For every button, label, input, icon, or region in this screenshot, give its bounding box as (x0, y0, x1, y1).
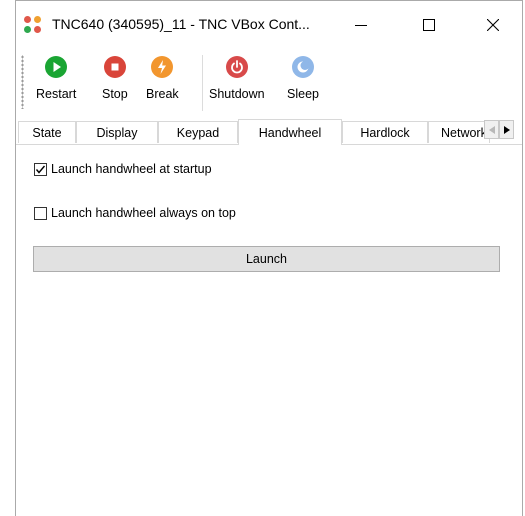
title-bar: TNC640 (340595)_11 - TNC VBox Cont... (16, 1, 522, 49)
window-title: TNC640 (340595)_11 - TNC VBox Cont... (52, 16, 310, 32)
ontop-checkbox-row[interactable]: Launch handwheel always on top (34, 206, 236, 220)
launch-button-label: Launch (245, 252, 287, 266)
power-icon (225, 56, 248, 78)
startup-checkbox-label: Launch handwheel at startup (51, 162, 212, 176)
maximize-button[interactable] (406, 1, 452, 49)
tab-strip: State Display Keypad Handwheel Hardlock … (16, 119, 522, 145)
tab-network[interactable]: Network (428, 121, 490, 143)
break-label: Break (146, 87, 179, 101)
startup-checkbox-row[interactable]: Launch handwheel at startup (34, 162, 212, 176)
ontop-checkbox-label: Launch handwheel always on top (51, 206, 236, 220)
break-lightning-icon (151, 56, 174, 78)
tab-display[interactable]: Display (76, 121, 158, 143)
close-icon (487, 19, 499, 31)
app-dots-icon (24, 16, 42, 34)
tab-label: Handwheel (258, 125, 322, 140)
tab-label: Network (441, 125, 487, 140)
ontop-checkbox[interactable] (34, 206, 47, 220)
tab-label: Hardlock (360, 125, 410, 140)
restart-button[interactable]: Restart (36, 56, 76, 101)
checkmark-icon (35, 165, 46, 174)
toolbar-separator (202, 55, 203, 111)
break-button[interactable]: Break (146, 56, 179, 101)
sleep-moon-icon (291, 56, 314, 78)
tab-scroll-left[interactable] (484, 120, 499, 139)
tab-label: Display (96, 125, 138, 140)
tab-handwheel[interactable]: Handwheel (238, 119, 342, 145)
restart-play-icon (45, 56, 68, 78)
stop-icon (103, 56, 126, 78)
chevron-left-icon (488, 125, 495, 134)
launch-button[interactable]: Launch (33, 246, 500, 272)
shutdown-label: Shutdown (209, 87, 265, 101)
chevron-right-icon (503, 125, 510, 134)
stop-label: Stop (102, 87, 128, 101)
restart-label: Restart (36, 87, 77, 101)
tab-hardlock[interactable]: Hardlock (342, 121, 428, 143)
sleep-label: Sleep (287, 87, 319, 101)
main-window: TNC640 (340595)_11 - TNC VBox Cont... Re… (15, 0, 523, 516)
tab-state[interactable]: State (18, 121, 76, 143)
toolbar-grip[interactable] (21, 55, 24, 109)
tab-keypad[interactable]: Keypad (158, 121, 238, 143)
minimize-button[interactable] (338, 1, 384, 49)
startup-checkbox[interactable] (34, 162, 47, 176)
stop-button[interactable]: Stop (102, 56, 128, 101)
close-button[interactable] (470, 1, 516, 49)
maximize-icon (423, 19, 435, 31)
tab-label: Keypad (176, 125, 220, 140)
minimize-icon (355, 25, 367, 26)
shutdown-button[interactable]: Shutdown (209, 56, 265, 101)
tab-label: State (32, 125, 62, 140)
sleep-button[interactable]: Sleep (287, 56, 319, 101)
toolbar: Restart Stop Break Shutdown Sleep (16, 49, 522, 117)
tab-scroll-right[interactable] (499, 120, 514, 139)
